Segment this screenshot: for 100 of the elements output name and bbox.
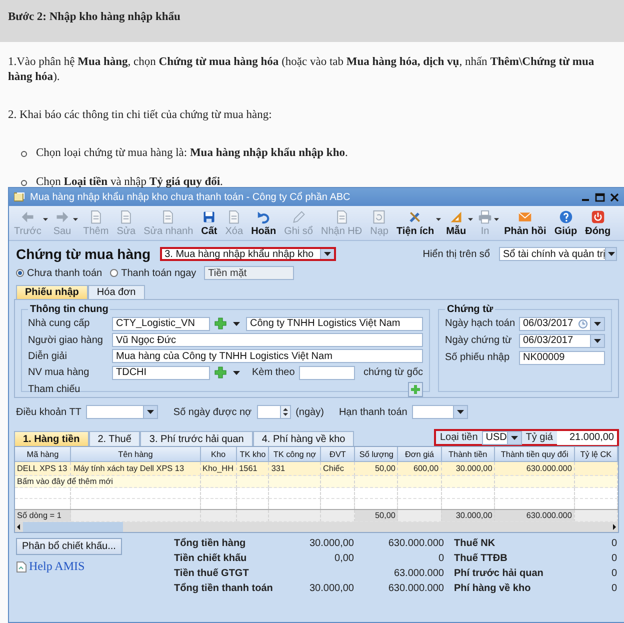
total-amount: 30.000,00 (308, 538, 354, 549)
total-label: Tổng tiền thanh toán (174, 583, 274, 594)
tax-value: 0 (610, 583, 617, 594)
column-header[interactable]: Số lượng (354, 447, 398, 462)
total-converted: 63.000.000 (392, 568, 444, 579)
text-field[interactable]: NK00009 (519, 350, 605, 364)
ledger-dropdown[interactable]: Sổ tài chính và quản trị (499, 247, 617, 261)
radio-option[interactable]: Chưa thanh toán (16, 268, 102, 278)
text-field[interactable]: Mua hàng của Công ty TNHH Logistics Việt Nam (112, 349, 423, 363)
field-label: Số phiếu nhập (445, 352, 511, 363)
total-label: Tiền chiết khấu (174, 553, 248, 564)
bullet-text: Chọn Loại tiền và nhập Tỷ giá quy đổi. (36, 175, 223, 190)
field-label: NV mua hàng (28, 367, 90, 378)
footer-total: 30.000,00 (441, 510, 495, 522)
currency-dropdown[interactable]: USD (482, 430, 522, 444)
field-label: Người giao hàng (28, 334, 104, 346)
radio-option[interactable]: Thanh toán ngay (110, 268, 196, 278)
table-cell: DELL XPS 13 (15, 462, 71, 476)
table-cell: 630.000.000 (494, 462, 574, 476)
ledger-label: Hiển thị trên sổ (422, 248, 490, 260)
panel-title: Chứng từ (446, 304, 494, 315)
total-amount: 0,00 (334, 553, 354, 564)
table-cell: Chiếc (320, 462, 355, 476)
panel-title: Thông tin chung (29, 304, 110, 315)
paragraph: 2. Khai báo các thông tin chi tiết của chứng từ mua hàng: (8, 108, 273, 123)
toolbar-button[interactable]: Tiện ích (393, 210, 438, 236)
toolbar-button[interactable]: Cất (198, 210, 220, 236)
column-header[interactable]: ĐVT (320, 447, 355, 462)
field-label: Ngày chứng từ (445, 335, 513, 346)
tax-label: Phí hàng về kho (453, 583, 532, 594)
toolbar-button[interactable]: Mẫu (443, 210, 470, 236)
total-converted: 630.000.000 (387, 583, 444, 594)
row-count: Số dòng = 1 (15, 510, 71, 522)
tab[interactable]: Phiếu nhập (16, 285, 88, 299)
column-header[interactable]: Tỷ lệ CK (574, 447, 618, 462)
tax-label: Phí trước hải quan (453, 568, 544, 579)
field-label: Loại tiền (440, 432, 478, 443)
employee-code-field[interactable]: TDCHI (112, 366, 210, 380)
column-header[interactable]: Tên hàng (70, 447, 200, 462)
image-alt-text[interactable]: Help AMIS (29, 559, 85, 574)
column-header[interactable]: Thành tiền (441, 447, 495, 462)
column-header[interactable]: Thành tiền quy đổi (494, 447, 574, 462)
table-cell: 30.000,00 (441, 462, 495, 476)
tax-label: Thuế NK (453, 538, 496, 549)
tab[interactable]: 1. Hàng tiền (14, 431, 89, 446)
tax-value: 0 (610, 553, 617, 564)
supplier-name-field[interactable]: Công ty TNHH Logistics Việt Nam (246, 316, 423, 330)
window-title: Mua hàng nhập khẩu nhập kho chưa thanh toán - Công ty Cổ phần ABC (30, 192, 352, 202)
tax-value: 0 (610, 538, 617, 549)
allocate-discount-button[interactable]: Phân bổ chiết khấu... (16, 538, 122, 555)
column-header[interactable]: Kho (200, 447, 237, 462)
total-amount: 30.000,00 (308, 583, 354, 594)
column-header[interactable]: TK kho (236, 447, 269, 462)
field-label: Số ngày được nợ (173, 406, 252, 418)
unit-label: (ngày) (296, 406, 324, 418)
add-row-hint[interactable]: Bấm vào đây để thêm mới (15, 476, 200, 488)
date-field[interactable]: 06/03/2017 (519, 316, 605, 330)
toolbar-button[interactable]: Phản hồi (501, 210, 550, 236)
field-label: chứng từ gốc (363, 367, 423, 378)
tab[interactable]: 4. Phí hàng về kho (252, 431, 354, 446)
field-label: Tham chiếu (28, 384, 82, 395)
table-cell: 1561 (236, 462, 269, 476)
footer-total: 50,00 (354, 510, 398, 522)
total-label: Tiền thuế GTGT (174, 568, 250, 579)
payment-method-field[interactable]: Tiền mặt (204, 266, 294, 280)
table-cell: Máy tính xách tay Dell XPS 13 (70, 462, 200, 476)
field-label: Tỷ giá (526, 432, 553, 443)
tab[interactable]: 2. Thuế (88, 431, 140, 446)
field-label: Diễn giải (28, 350, 68, 362)
section-heading: Bước 2: Nhập kho hàng nhập khẩu (8, 11, 180, 23)
footer-total: 630.000.000 (494, 510, 574, 522)
paragraph: 1.Vào phân hệ Mua hàng, chọn Chứng từ mua hàng hóa (hoặc vào tab Mua hàng hóa, dịch vụ, nhấn Thêm\Chứng từ mua hàng hóa). (8, 55, 596, 85)
tax-value: 0 (610, 568, 617, 579)
field-label: Nhà cung cấp (28, 318, 91, 329)
total-converted: 0 (437, 553, 444, 564)
field-label: Kèm theo (252, 367, 295, 378)
tab[interactable]: 3. Phí trước hải quan (140, 431, 253, 446)
date-field[interactable]: 06/03/2017 (519, 334, 605, 348)
toolbar-button[interactable]: Hoãn (248, 210, 280, 236)
supplier-code-field[interactable]: CTY_Logistic_VN (112, 316, 210, 330)
tax-label: Thuế TTĐB (453, 553, 508, 564)
column-header[interactable]: Mã hàng (15, 447, 71, 462)
bullet-text: Chọn loại chứng từ mua hàng là: Mua hàng nhập khẩu nhập kho. (36, 146, 348, 161)
field-label: Ngày hạch toán (445, 318, 515, 329)
table-cell: 331 (268, 462, 321, 476)
table-cell: 600,00 (398, 462, 441, 476)
column-header[interactable]: Đơn giá (398, 447, 441, 462)
voucher-title: Chứng từ mua hàng (16, 246, 151, 262)
total-label: Tổng tiền hàng (174, 538, 247, 549)
toolbar-button[interactable]: Đóng (582, 210, 614, 236)
text-field[interactable]: Vũ Ngọc Đức (112, 333, 423, 347)
tab[interactable]: Hóa đơn (88, 285, 145, 299)
field-label: Hạn thanh toán (338, 406, 408, 418)
exchange-rate-field[interactable]: 21.000,00 (557, 430, 617, 444)
column-header[interactable]: TK công nợ (268, 447, 321, 462)
table-cell: 50,00 (354, 462, 398, 476)
total-converted: 630.000.000 (387, 538, 444, 549)
field-label: Điều khoản TT (16, 406, 82, 418)
toolbar-button[interactable]: Giúp (551, 210, 580, 236)
voucher-type-dropdown[interactable]: 3. Mua hàng nhập khẩu nhập kho (160, 247, 336, 261)
